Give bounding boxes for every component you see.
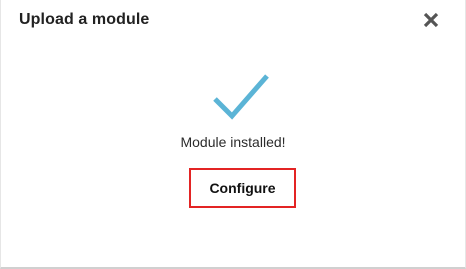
close-button[interactable]: [421, 10, 441, 30]
status-message: Module installed!: [180, 134, 286, 150]
close-icon: [423, 12, 439, 28]
upload-module-dialog: Upload a module Module installed! Config…: [0, 0, 466, 269]
dialog-header: Upload a module: [1, 0, 465, 44]
checkmark-icon: [213, 74, 269, 120]
configure-button[interactable]: Configure: [189, 168, 296, 208]
dialog-title: Upload a module: [19, 11, 150, 28]
success-check: [212, 72, 270, 124]
configure-button-label: Configure: [209, 180, 276, 196]
